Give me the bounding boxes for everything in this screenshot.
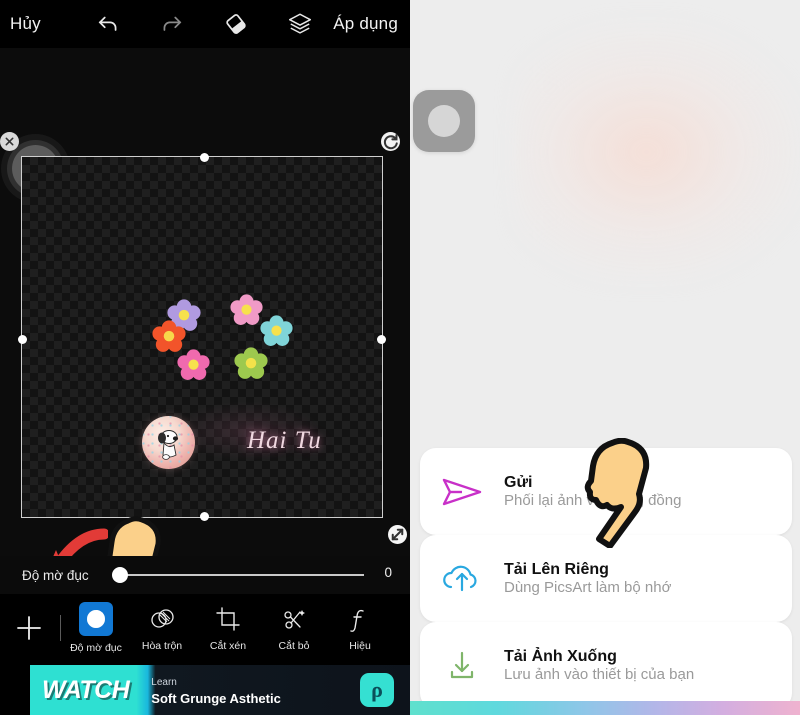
tool-blend[interactable]: Hòa trộn [129, 595, 195, 661]
flower-green[interactable] [234, 347, 268, 381]
picsart-logo-icon: ρ [360, 673, 394, 707]
opacity-slider[interactable]: 0 [99, 565, 406, 585]
slider-thumb[interactable] [111, 567, 128, 583]
handle-left[interactable] [18, 335, 27, 344]
share-option-download-title: Tải Ảnh Xuống [504, 647, 617, 665]
share-option-send-title: Gửi [504, 473, 533, 491]
bottom-gradient-strip [410, 701, 800, 715]
cloud-upload-icon [420, 559, 504, 599]
undo-icon[interactable] [95, 11, 121, 37]
send-icon [420, 472, 504, 512]
apply-button[interactable]: Áp dụng [333, 14, 398, 34]
download-icon [420, 646, 504, 686]
slider-track[interactable] [120, 574, 364, 576]
redo-icon[interactable] [159, 11, 185, 37]
ad-content[interactable]: WATCH Learn Soft Grunge Asthetic ρ [30, 665, 410, 715]
pointing-hand-annotation-right [584, 438, 650, 548]
tool-blend-label: Hòa trộn [141, 640, 183, 652]
scissors-icon [279, 604, 309, 634]
share-option-download[interactable]: Tải Ảnh Xuống Lưu ảnh vào thiết bị của b… [420, 622, 792, 709]
layer-selection-box[interactable]: Hai Tu [18, 153, 386, 521]
opacity-icon [79, 602, 113, 636]
editor-topbar: Hủy Áp dụng [0, 0, 410, 48]
share-option-upload[interactable]: Tải Lên Riêng Dùng PicsArt làm bộ nhớ [420, 535, 792, 622]
snoopy-sticker[interactable] [142, 416, 195, 469]
share-panel: Gửi Phối lại ảnh với cộng đồng Tải Lên R… [410, 0, 800, 715]
close-icon[interactable] [0, 132, 19, 151]
editor-tool-strip: Độ mờ đục Hòa trộn Cắt xén Cắt bỏ Hiệu [0, 594, 410, 662]
topbar-icon-group [95, 0, 313, 48]
share-option-upload-subtitle: Dùng PicsArt làm bộ nhớ [504, 578, 672, 596]
resize-icon[interactable] [388, 525, 407, 544]
editor-panel: Hủy Áp dụng Hai Tu Độ mờ đục 0 Độ mờ đục… [0, 0, 410, 715]
share-option-upload-title: Tải Lên Riêng [504, 560, 609, 578]
tool-cutout[interactable]: Cắt bỏ [261, 595, 327, 661]
tool-opacity-label: Độ mờ đục [70, 642, 122, 654]
opacity-label: Độ mờ đục [22, 567, 89, 583]
blurred-preview-image [516, 22, 800, 282]
handle-right[interactable] [377, 335, 386, 344]
tool-cutout-label: Cắt bỏ [278, 640, 310, 652]
cancel-button[interactable]: Hủy [10, 14, 41, 34]
tool-opacity[interactable]: Độ mờ đục [63, 595, 129, 661]
ad-headline: WATCH [42, 675, 130, 704]
picsart-logo-letter: ρ [371, 677, 383, 702]
editor-canvas[interactable]: Hai Tu [0, 48, 410, 616]
handle-bottom[interactable] [200, 512, 209, 521]
ad-banner[interactable]: WATCH Learn Soft Grunge Asthetic ρ [0, 662, 410, 715]
ad-eyebrow: Learn [151, 677, 177, 688]
layers-icon[interactable] [287, 11, 313, 37]
tool-effects[interactable]: Hiệu [327, 595, 393, 661]
tool-crop[interactable]: Cắt xén [195, 595, 261, 661]
tool-divider [60, 615, 61, 641]
snoopy-dog-icon [158, 430, 179, 460]
ad-text-block: Learn Soft Grunge Asthetic [151, 672, 281, 708]
eraser-icon[interactable] [223, 11, 249, 37]
flower-cyan[interactable] [260, 315, 293, 348]
handle-top[interactable] [200, 153, 209, 162]
screen-record-badge[interactable] [413, 90, 475, 152]
share-option-download-text: Tải Ảnh Xuống Lưu ảnh vào thiết bị của b… [504, 648, 792, 684]
share-option-upload-text: Tải Lên Riêng Dùng PicsArt làm bộ nhớ [504, 561, 792, 597]
ad-title: Soft Grunge Asthetic [151, 691, 281, 706]
record-dot-icon [428, 105, 460, 137]
rotate-icon[interactable] [381, 132, 400, 151]
opacity-slider-row[interactable]: Độ mờ đục 0 [0, 556, 410, 594]
tool-effects-label: Hiệu [349, 640, 371, 652]
signature-text[interactable]: Hai Tu [247, 427, 322, 455]
opacity-value: 0 [384, 565, 392, 580]
flower-pink[interactable] [230, 294, 263, 327]
add-layer-button[interactable] [0, 613, 58, 643]
blend-icon [147, 604, 177, 634]
tool-crop-label: Cắt xén [209, 640, 247, 652]
effects-icon [345, 604, 375, 634]
app-screenshot: Hủy Áp dụng Hai Tu Độ mờ đục 0 Độ mờ đục… [0, 0, 800, 715]
crop-icon [213, 604, 243, 634]
flower-magenta[interactable] [177, 349, 210, 382]
share-option-download-subtitle: Lưu ảnh vào thiết bị của bạn [504, 665, 695, 683]
